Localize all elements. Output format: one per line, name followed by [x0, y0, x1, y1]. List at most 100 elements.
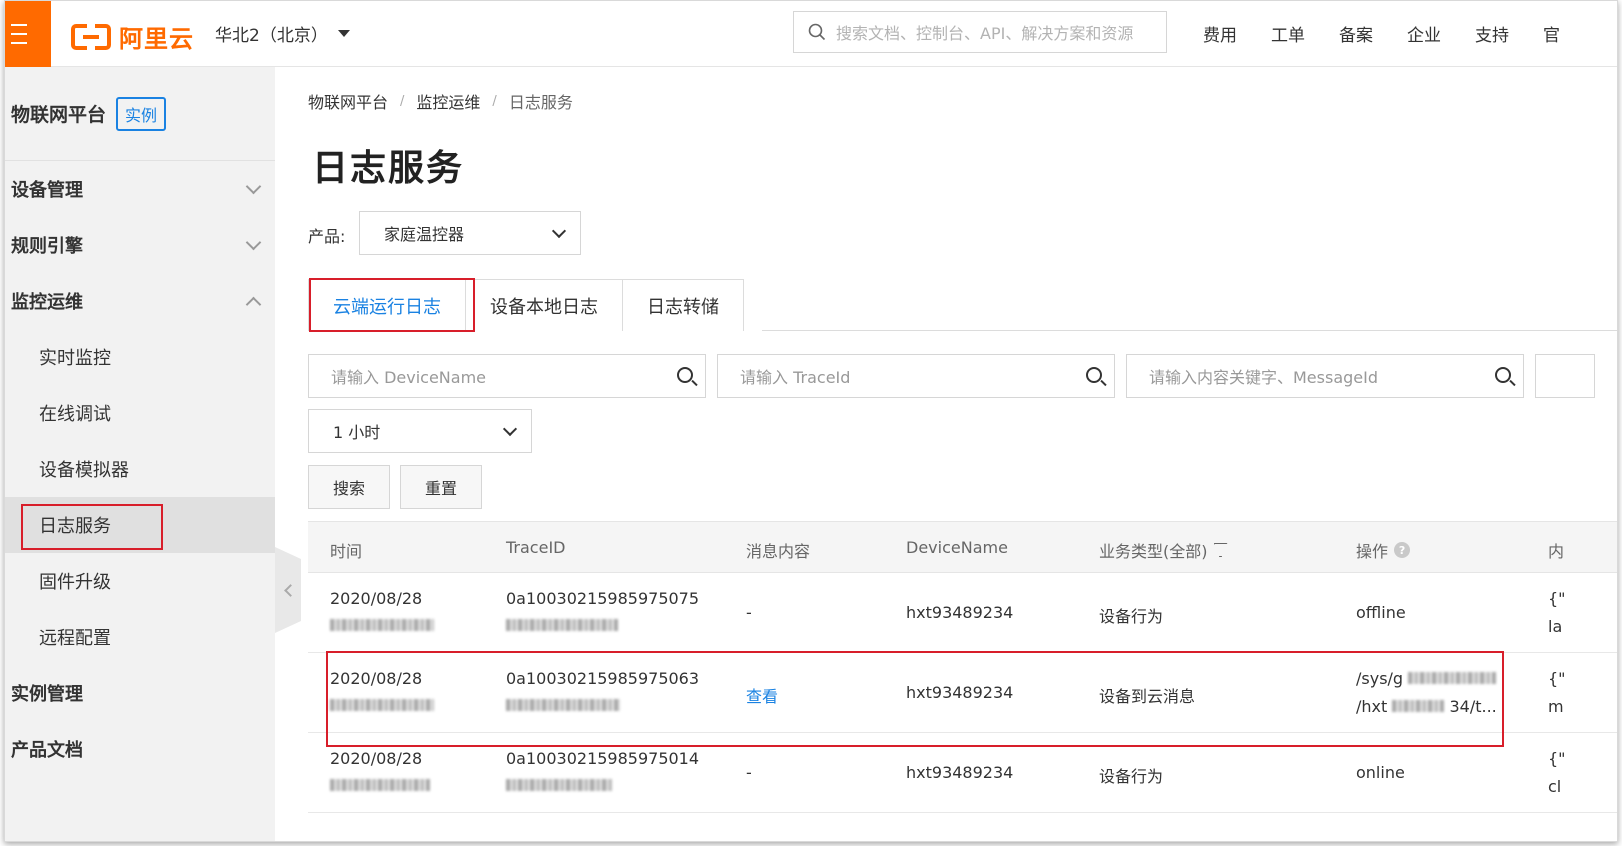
sidebar-item-realtime-monitor[interactable]: 实时监控: [5, 329, 275, 385]
cell-content: cl: [1548, 777, 1562, 796]
breadcrumb-item[interactable]: 监控运维: [416, 89, 480, 113]
log-table: 时间 TraceID 消息内容 DeviceName 业务类型(全部) 操作 ?…: [308, 521, 1617, 813]
cell-content: {": [1548, 669, 1566, 688]
cell-business-type: 设备行为: [1099, 607, 1164, 626]
sidebar-item-device-simulator[interactable]: 设备模拟器: [5, 441, 275, 497]
search-icon[interactable]: [677, 367, 693, 383]
traceid-placeholder: 请输入 TraceId: [740, 368, 851, 387]
menu-icon[interactable]: [5, 1, 51, 67]
sidebar-item-label: 设备模拟器: [39, 460, 129, 481]
chevron-down-icon: [502, 421, 518, 436]
sidebar-item-device-management[interactable]: 设备管理: [5, 161, 275, 217]
tab-device-local-log[interactable]: 设备本地日志: [465, 279, 623, 331]
search-icon[interactable]: [1495, 367, 1511, 383]
brand-name: 阿里云: [119, 25, 194, 53]
search-icon[interactable]: [1086, 367, 1102, 383]
cell-operation: online: [1356, 763, 1405, 782]
sidebar-item-product-docs[interactable]: 产品文档: [5, 721, 275, 777]
cell-traceid-redacted: [506, 779, 612, 791]
cell-date: 2020/08/28: [330, 589, 423, 608]
chevron-up-icon: [245, 296, 262, 313]
cell-message: -: [746, 603, 752, 622]
cell-content: la: [1548, 617, 1563, 636]
tabs-divider: [762, 330, 1617, 331]
sidebar-item-online-debug[interactable]: 在线调试: [5, 385, 275, 441]
chevron-left-icon: [283, 583, 297, 597]
sidebar-item-rule-engine[interactable]: 规则引擎: [5, 217, 275, 273]
table-row: 2020/08/28 0a10030215985975063 查看 hxt934…: [308, 651, 1617, 747]
cell-content: {": [1548, 749, 1566, 768]
product-select-value: 家庭温控器: [384, 225, 465, 244]
table-row: 2020/08/28 0a10030215985975014 - hxt9348…: [308, 733, 1617, 813]
top-nav: 费用 工单 备案 企业 支持 官: [1203, 21, 1560, 46]
nav-ticket[interactable]: 工单: [1271, 21, 1305, 46]
console-window: 阿里云 华北2（北京） 搜索文档、控制台、API、解决方案和资源 费用 工单 备…: [4, 0, 1618, 842]
sidebar-item-label: 实时监控: [39, 348, 111, 369]
tab-log-dump[interactable]: 日志转储: [622, 279, 744, 331]
time-range-value: 1 小时: [333, 423, 381, 442]
table-header: 时间 TraceID 消息内容 DeviceName 业务类型(全部) 操作 ?…: [308, 521, 1617, 573]
time-range-select[interactable]: 1 小时: [308, 409, 532, 453]
filter-icon[interactable]: [1213, 543, 1228, 557]
cell-content: {": [1548, 589, 1566, 608]
content-placeholder: 请输入内容关键字、MessageId: [1149, 368, 1379, 387]
tab-label: 设备本地日志: [490, 296, 598, 318]
content-search-input[interactable]: 请输入内容关键字、MessageId: [1126, 354, 1524, 398]
breadcrumb-current: 日志服务: [508, 93, 573, 112]
highlight-box: [21, 504, 163, 550]
nav-billing[interactable]: 费用: [1203, 21, 1237, 46]
sidebar-item-instance-management[interactable]: 实例管理: [5, 665, 275, 721]
aliyun-logo[interactable]: 阿里云: [71, 19, 194, 54]
cell-devicename: hxt93489234: [906, 763, 1014, 782]
col-business-type[interactable]: 业务类型(全部): [1099, 538, 1228, 562]
region-selector[interactable]: 华北2（北京）: [215, 21, 350, 46]
sidebar-collapse-handle[interactable]: [275, 547, 301, 633]
sidebar-item-label: 设备管理: [11, 180, 83, 201]
cell-date: 2020/08/28: [330, 749, 423, 768]
help-icon[interactable]: ?: [1394, 542, 1411, 558]
col-time: 时间: [330, 542, 363, 561]
sidebar-item-label: 监控运维: [11, 292, 83, 313]
cell-business-type: 设备行为: [1099, 767, 1164, 786]
sidebar-item-log-service[interactable]: 日志服务: [5, 497, 275, 553]
sidebar-item-label: 固件升级: [39, 572, 111, 593]
breadcrumb-separator: /: [400, 93, 405, 109]
sidebar-item-label: 实例管理: [11, 684, 83, 705]
nav-enterprise[interactable]: 企业: [1407, 21, 1441, 46]
cell-traceid: 0a10030215985975014: [506, 749, 700, 768]
col-content: 内: [1548, 542, 1565, 561]
product-select[interactable]: 家庭温控器: [359, 211, 581, 255]
sidebar-item-firmware-upgrade[interactable]: 固件升级: [5, 553, 275, 609]
traceid-search-input[interactable]: 请输入 TraceId: [717, 354, 1115, 398]
sidebar-item-label: 远程配置: [39, 628, 111, 649]
breadcrumb: 物联网平台 / 监控运维 / 日志服务: [308, 89, 573, 113]
col-devicename: DeviceName: [906, 538, 1008, 557]
top-bar: 阿里云 华北2（北京） 搜索文档、控制台、API、解决方案和资源 费用 工单 备…: [5, 1, 1617, 67]
search-button[interactable]: 搜索: [308, 465, 390, 509]
col-traceid: TraceID: [506, 538, 566, 557]
sidebar-item-remote-config[interactable]: 远程配置: [5, 609, 275, 665]
col-business-type-label: 业务类型(全部): [1099, 542, 1208, 561]
sidebar-item-monitoring[interactable]: 监控运维: [5, 273, 275, 329]
chevron-down-icon: [245, 178, 262, 195]
instance-badge[interactable]: 实例: [116, 96, 167, 131]
col-message: 消息内容: [746, 542, 811, 561]
nav-icp[interactable]: 备案: [1339, 21, 1373, 46]
reset-button[interactable]: 重置: [400, 465, 482, 509]
sidebar: 物联网平台 实例 设备管理 规则引擎 监控运维 实时监控 在线调试 设备模拟器 …: [5, 67, 275, 841]
extra-filter-input[interactable]: [1535, 354, 1595, 398]
highlight-box: [309, 278, 475, 332]
main-content: 物联网平台 / 监控运维 / 日志服务 日志服务 产品: 家庭温控器 云端运行日…: [308, 67, 1617, 841]
cell-traceid-redacted: [506, 619, 618, 631]
search-button-label: 搜索: [332, 479, 365, 498]
nav-support[interactable]: 支持: [1475, 21, 1509, 46]
global-search-input[interactable]: 搜索文档、控制台、API、解决方案和资源: [793, 11, 1167, 53]
page-title: 日志服务: [312, 148, 465, 189]
breadcrumb-item[interactable]: 物联网平台: [308, 89, 388, 113]
devicename-search-input[interactable]: 请输入 DeviceName: [308, 354, 706, 398]
tab-label: 日志转储: [647, 296, 719, 318]
reset-button-label: 重置: [424, 479, 457, 498]
sidebar-item-label: 产品文档: [11, 740, 83, 761]
cell-time-redacted: [330, 619, 434, 631]
nav-official[interactable]: 官: [1543, 21, 1560, 46]
